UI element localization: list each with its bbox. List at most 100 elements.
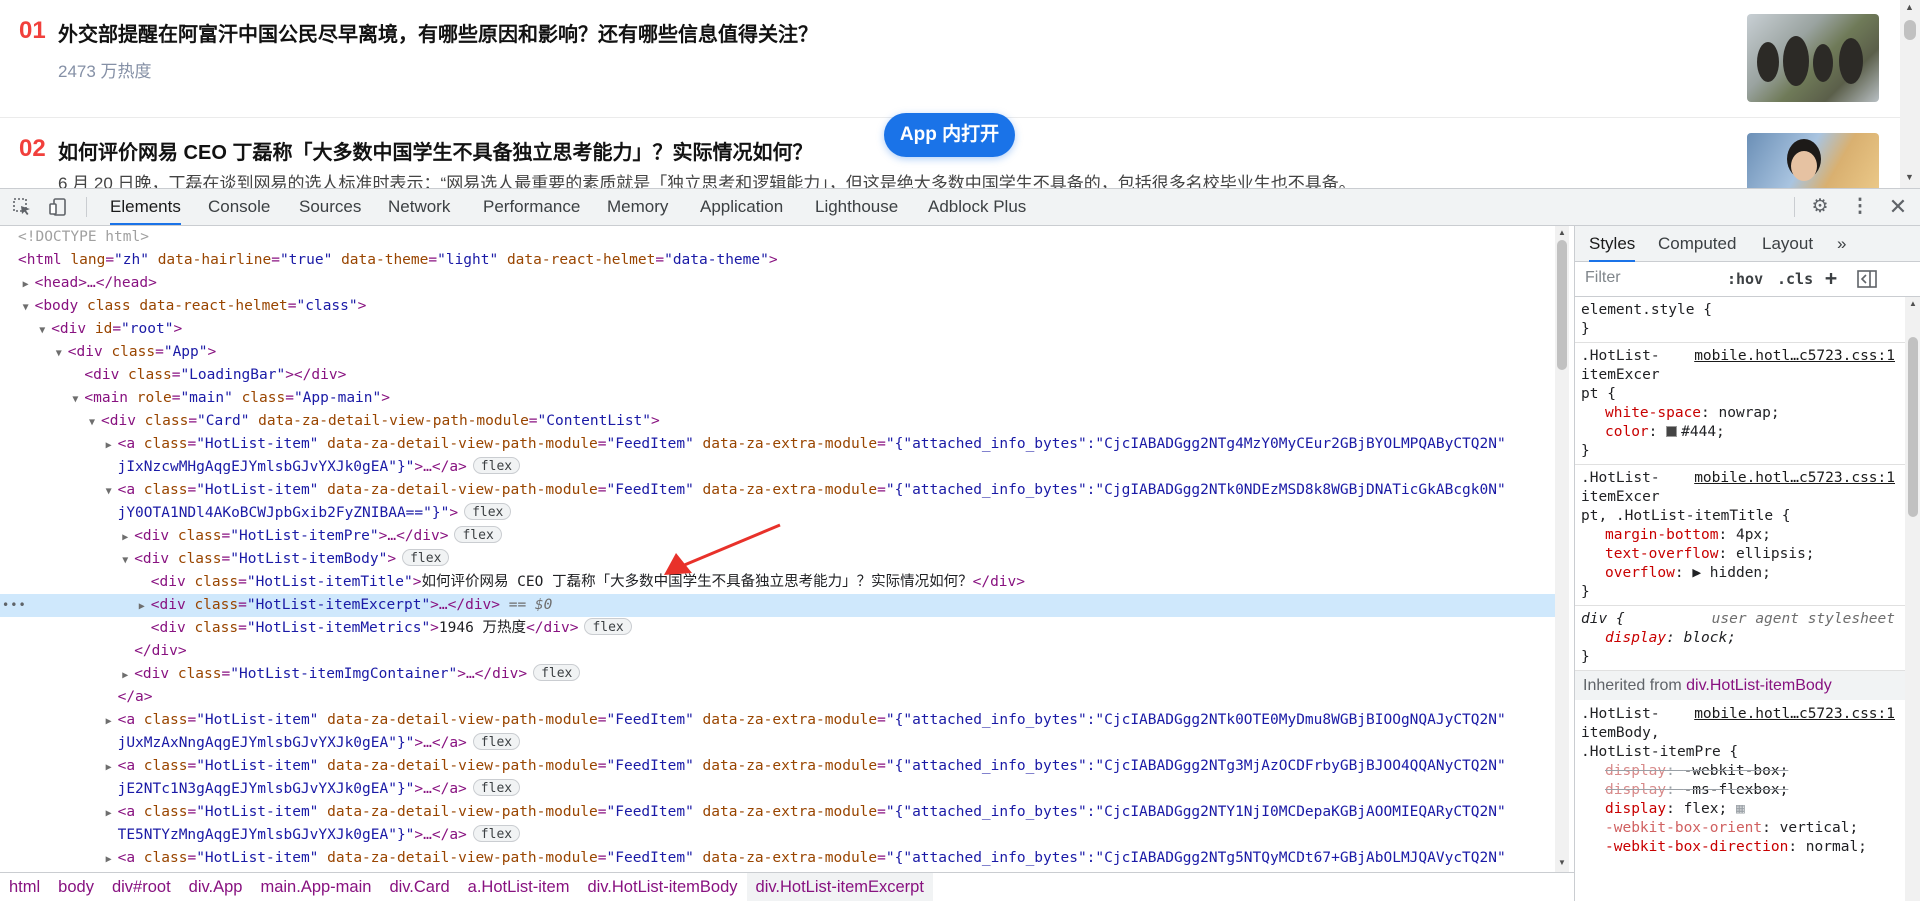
tab-network[interactable]: Network	[388, 189, 450, 225]
dom-node-line[interactable]: jY0OTA1NDl4AKoBCWJpbGxib2FyZNIBAA=="}"> f…	[0, 502, 1555, 525]
scroll-up-arrow-icon[interactable]: ▲	[1558, 228, 1566, 237]
class-toggle-button[interactable]: .cls	[1777, 270, 1813, 288]
hot-title[interactable]: 外交部提醒在阿富汗中国公民尽早离境，有哪些原因和影响？还有哪些信息值得关注？	[58, 18, 818, 47]
settings-gear-icon[interactable]: ⚙	[1808, 195, 1832, 219]
dom-node-line[interactable]: </div>	[0, 640, 1555, 663]
style-property[interactable]: display: flex; ▦	[1605, 800, 1745, 819]
dom-node-line[interactable]: <div class="HotList-itemTitle">如何评价网易 CE…	[0, 571, 1555, 594]
style-line[interactable]: }	[1581, 583, 1590, 602]
dom-node-line[interactable]: TE5NTYzMngAqgEJYmlsbGJvYXJk0gEA"}">…</a>…	[0, 824, 1555, 847]
rule-selector[interactable]: div {user agent stylesheet	[1581, 610, 1903, 629]
rule-selector[interactable]: itemBody,	[1581, 724, 1660, 743]
tab-styles[interactable]: Styles	[1589, 226, 1636, 262]
breadcrumb-item[interactable]: div.HotList-itemExcerpt	[746, 873, 933, 901]
elements-scrollbar[interactable]: ▲ ▼	[1555, 226, 1569, 872]
style-property[interactable]: margin-bottom: 4px;	[1605, 526, 1771, 545]
dom-node-line[interactable]: ▶ <a class="HotList-item" data-za-detail-…	[0, 801, 1555, 824]
tab-sources[interactable]: Sources	[299, 189, 361, 225]
breadcrumb-item[interactable]: div.App	[180, 873, 252, 901]
page-scrollbar[interactable]: ▲ ▼	[1900, 0, 1920, 188]
stylesheet-source-link[interactable]: mobile.hotl…c5723.css:1	[1694, 347, 1895, 366]
rule-selector[interactable]: .HotList-mobile.hotl…c5723.css:1	[1581, 469, 1903, 488]
open-in-app-button[interactable]: App 内打开	[884, 113, 1015, 157]
toggle-sidebar-icon[interactable]	[1857, 270, 1877, 292]
tab-elements[interactable]: Elements	[110, 189, 181, 225]
more-tabs-icon[interactable]: »	[1837, 226, 1846, 262]
rule-selector[interactable]: pt, .HotList-itemTitle {	[1581, 507, 1791, 526]
dom-node-line[interactable]: ▼ <main role="main" class="App-main">	[0, 387, 1555, 410]
tab-adblock-plus[interactable]: Adblock Plus	[928, 189, 1026, 225]
styles-rules[interactable]: element.style {} .HotList-mobile.hotl…c57…	[1575, 297, 1905, 901]
hot-thumbnail-image[interactable]	[1747, 14, 1879, 102]
scroll-down-arrow-icon[interactable]: ▼	[1905, 172, 1914, 182]
device-toolbar-icon[interactable]	[46, 196, 70, 218]
flex-badge[interactable]: flex	[454, 526, 502, 543]
flex-badge[interactable]: flex	[472, 779, 521, 796]
flex-badge[interactable]: flex	[464, 503, 512, 520]
dom-node-line[interactable]: jE2NTc1N3gAqgEJYmlsbGJvYXJk0gEA"}">…</a>…	[0, 778, 1555, 801]
more-options-icon[interactable]: ⋮	[1848, 195, 1872, 219]
flex-badge[interactable]: flex	[472, 733, 521, 750]
new-style-rule-button[interactable]: +	[1825, 266, 1837, 290]
tab-memory[interactable]: Memory	[607, 189, 668, 225]
style-property[interactable]: display: -ms-flexbox;	[1605, 781, 1788, 800]
rule-selector[interactable]: .HotList-mobile.hotl…c5723.css:1	[1581, 347, 1903, 366]
dom-node-line[interactable]: <!DOCTYPE html>	[0, 226, 1555, 249]
dom-node-line[interactable]: ▶ <div class="HotList-itemPre">…</div> fle…	[0, 525, 1555, 548]
rule-selector[interactable]: .HotList-itemPre {	[1581, 743, 1738, 762]
dom-node-line[interactable]: <div class="LoadingBar"></div>	[0, 364, 1555, 387]
breadcrumb-item[interactable]: main.App-main	[251, 873, 380, 901]
dom-node-line[interactable]: ▼ <body class data-react-helmet="class">	[0, 295, 1555, 318]
hot-list-item[interactable]: 01 外交部提醒在阿富汗中国公民尽早离境，有哪些原因和影响？还有哪些信息值得关注…	[0, 0, 1900, 118]
stylesheet-source-link[interactable]: mobile.hotl…c5723.css:1	[1694, 469, 1895, 488]
dom-node-line[interactable]: </a>	[0, 686, 1555, 709]
dom-node-line[interactable]: ▶ <div class="HotList-itemImgContainer">……	[0, 663, 1555, 686]
style-property[interactable]: text-overflow: ellipsis;	[1605, 545, 1815, 564]
style-property[interactable]: overflow: ▶ hidden;	[1605, 564, 1771, 583]
style-property[interactable]: white-space: nowrap;	[1605, 404, 1780, 423]
dom-node-line[interactable]: jIxNzcwMHgAqgEJYmlsbGJvYXJk0gEA"}">…</a>…	[0, 456, 1555, 479]
tab-performance[interactable]: Performance	[483, 189, 580, 225]
tab-layout[interactable]: Layout	[1762, 226, 1813, 262]
flexbox-editor-icon[interactable]: ▦	[1727, 801, 1745, 817]
elements-scrollbar-thumb[interactable]	[1557, 240, 1567, 370]
tab-computed[interactable]: Computed	[1658, 226, 1736, 262]
dom-node-line[interactable]: ▶ <a class="HotList-item" data-za-detail-…	[0, 755, 1555, 778]
dom-node-line[interactable]: ▶ <a class="HotList-item" data-za-detail-…	[0, 847, 1555, 870]
dom-node-line[interactable]: ▼ <div class="Card" data-za-detail-view-p…	[0, 410, 1555, 433]
style-property[interactable]: -webkit-box-direction: normal;	[1605, 838, 1867, 857]
node-actions-icon[interactable]: •••	[2, 594, 27, 617]
flex-badge[interactable]: flex	[533, 664, 581, 681]
tab-application[interactable]: Application	[700, 189, 783, 225]
tab-console[interactable]: Console	[208, 189, 270, 225]
tab-lighthouse[interactable]: Lighthouse	[815, 189, 898, 225]
style-property[interactable]: display: block;	[1605, 629, 1736, 648]
rule-selector[interactable]: .HotList-mobile.hotl…c5723.css:1	[1581, 705, 1903, 724]
style-property[interactable]: -webkit-box-orient: vertical;	[1605, 819, 1858, 838]
breadcrumb-item[interactable]: a.HotList-item	[459, 873, 579, 901]
breadcrumb-item[interactable]: div.Card	[380, 873, 458, 901]
flex-badge[interactable]: flex	[402, 549, 450, 566]
dom-node-line[interactable]: ••• ▶ <div class="HotList-itemExcerpt">…</…	[0, 594, 1555, 617]
rule-selector[interactable]: pt {	[1581, 385, 1616, 404]
elements-tree[interactable]: <!DOCTYPE html> <html lang="zh" data-hair…	[0, 226, 1555, 872]
dom-node-line[interactable]: ▼ <a class="HotList-item" data-za-detail-…	[0, 479, 1555, 502]
dom-node-line[interactable]: ▶ <a class="HotList-item" data-za-detail-…	[0, 709, 1555, 732]
style-property[interactable]: color: #444;	[1605, 423, 1725, 442]
flex-badge[interactable]: flex	[472, 457, 521, 474]
rule-selector[interactable]: itemExcer	[1581, 488, 1660, 507]
element-style-selector[interactable]: element.style {	[1581, 301, 1712, 320]
dom-node-line[interactable]: jUxMzAxNngAqgEJYmlsbGJvYXJk0gEA"}">…</a>…	[0, 732, 1555, 755]
scroll-down-arrow-icon[interactable]: ▼	[1558, 858, 1566, 867]
scroll-up-arrow-icon[interactable]: ▲	[1909, 299, 1917, 308]
dom-node-line[interactable]: ▼ <div class="App">	[0, 341, 1555, 364]
dom-node-line[interactable]: ▶ <a class="HotList-item" data-za-detail-…	[0, 433, 1555, 456]
hot-title[interactable]: 如何评价网易 CEO 丁磊称「大多数中国学生不具备独立思考能力」？实际情况如何？	[58, 136, 812, 165]
styles-scrollbar-thumb[interactable]	[1908, 337, 1918, 517]
style-line[interactable]: }	[1581, 648, 1590, 667]
style-line[interactable]: }	[1581, 320, 1590, 339]
breadcrumb-item[interactable]: div#root	[103, 873, 180, 901]
stylesheet-source-link[interactable]: mobile.hotl…c5723.css:1	[1694, 705, 1895, 724]
inspect-element-icon[interactable]	[10, 196, 34, 218]
styles-filter-input[interactable]: Filter	[1585, 269, 1621, 287]
